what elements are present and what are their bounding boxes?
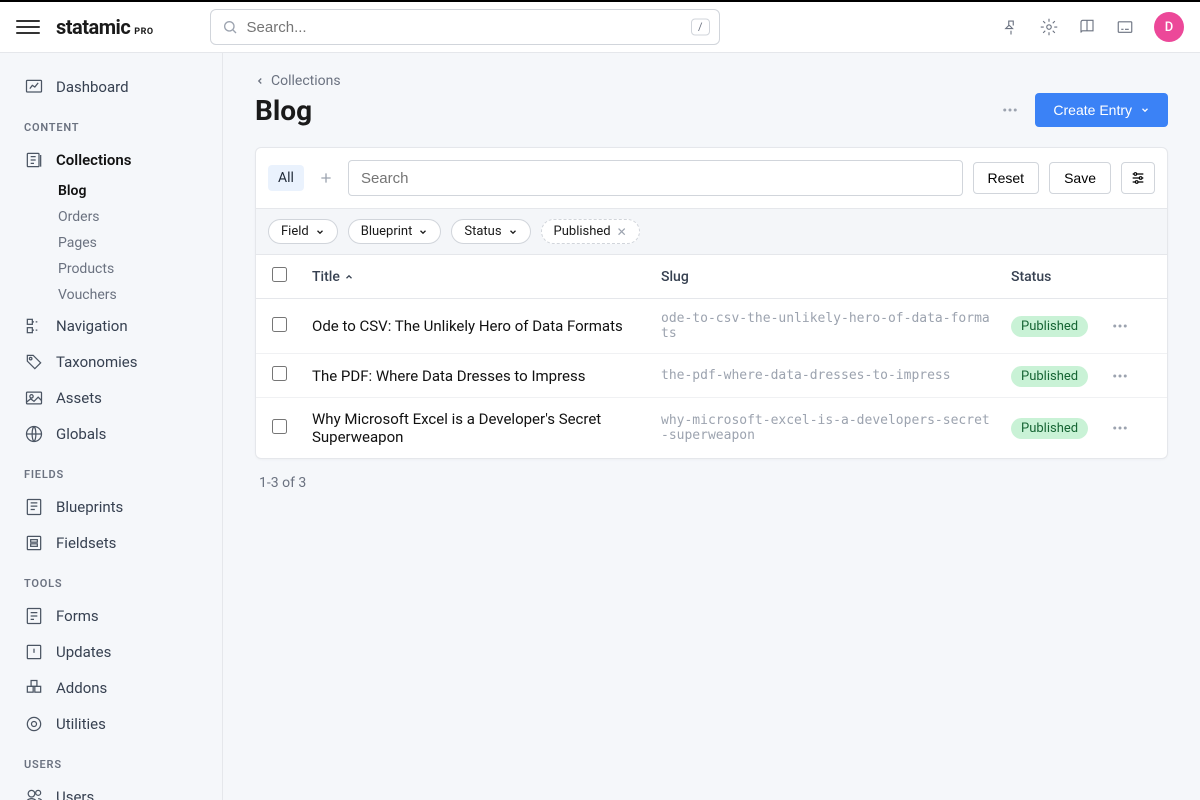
menu-toggle[interactable] — [16, 15, 40, 39]
save-button[interactable]: Save — [1049, 162, 1111, 194]
table-row: Why Microsoft Excel is a Developer's Sec… — [256, 398, 1167, 458]
addons-icon — [24, 678, 44, 698]
entries-search-input[interactable] — [348, 160, 963, 196]
chevron-down-icon — [508, 227, 518, 237]
filter-bar: Field Blueprint Status Published✕ — [256, 209, 1167, 255]
sidebar-dashboard[interactable]: Dashboard — [0, 69, 222, 105]
sidebar-section-label: USERS — [0, 742, 222, 779]
sidebar-item-forms[interactable]: Forms — [0, 598, 222, 634]
reset-button[interactable]: Reset — [973, 162, 1040, 194]
filter-status[interactable]: Status — [451, 219, 530, 244]
column-title-header[interactable]: Title — [312, 269, 661, 285]
sidebar-item-navigation[interactable]: Navigation — [0, 308, 222, 344]
sidebar-item-collections[interactable]: Collections — [0, 142, 222, 178]
sidebar-subitem-pages[interactable]: Pages — [58, 230, 222, 256]
create-entry-label: Create Entry — [1053, 102, 1132, 118]
sidebar-item-assets[interactable]: Assets — [0, 380, 222, 416]
search-icon — [222, 19, 238, 35]
select-all-checkbox[interactable] — [272, 267, 287, 282]
sort-asc-icon — [344, 272, 354, 282]
chevron-down-icon — [418, 227, 428, 237]
breadcrumb-back[interactable]: Collections — [255, 73, 1168, 89]
global-search: / — [210, 9, 720, 45]
collections-icon — [24, 150, 44, 170]
sidebar-section-label: TOOLS — [0, 561, 222, 598]
page-actions-menu[interactable] — [997, 97, 1023, 123]
sidebar-item-taxonomies[interactable]: Taxonomies — [0, 344, 222, 380]
entry-slug: the-pdf-where-data-dresses-to-impress — [661, 368, 1011, 383]
utilities-icon — [24, 714, 44, 734]
entry-slug: ode-to-csv-the-unlikely-hero-of-data-for… — [661, 311, 1011, 341]
filter-preset-all[interactable]: All — [268, 165, 304, 191]
users-icon — [24, 787, 44, 800]
entry-slug: why-microsoft-excel-is-a-developers-secr… — [661, 413, 1011, 443]
form-icon — [24, 606, 44, 626]
logo-text: statamic — [56, 15, 130, 39]
column-slug-header[interactable]: Slug — [661, 269, 1011, 285]
navigation-icon — [24, 316, 44, 336]
pagination-info: 1-3 of 3 — [255, 459, 1168, 507]
breadcrumb-label: Collections — [271, 73, 341, 89]
tag-icon — [24, 352, 44, 372]
create-entry-button[interactable]: Create Entry — [1035, 93, 1168, 127]
sidebar: DashboardCONTENTCollectionsBlogOrdersPag… — [0, 53, 223, 800]
sidebar-subitem-blog[interactable]: Blog — [58, 178, 222, 204]
dashboard-icon — [24, 77, 44, 97]
sidebar-section-label: FIELDS — [0, 452, 222, 489]
filter-field[interactable]: Field — [268, 219, 338, 244]
entry-title[interactable]: Ode to CSV: The Unlikely Hero of Data Fo… — [312, 317, 661, 335]
sidebar-subitem-vouchers[interactable]: Vouchers — [58, 282, 222, 308]
settings-icon[interactable] — [1040, 18, 1058, 36]
add-filter-preset[interactable] — [314, 166, 338, 190]
filter-published[interactable]: Published✕ — [541, 219, 640, 244]
sidebar-subitem-products[interactable]: Products — [58, 256, 222, 282]
sidebar-item-users[interactable]: Users — [0, 779, 222, 800]
sidebar-item-updates[interactable]: Updates — [0, 634, 222, 670]
chevron-down-icon — [1140, 105, 1150, 115]
row-checkbox[interactable] — [272, 366, 287, 381]
row-actions-menu[interactable] — [1111, 419, 1151, 437]
sidebar-item-globals[interactable]: Globals — [0, 416, 222, 452]
main-content: Collections Blog Create Entry All — [223, 53, 1200, 800]
status-badge: Published — [1011, 418, 1088, 439]
logo[interactable]: statamic PRO — [56, 15, 154, 39]
table-row: Ode to CSV: The Unlikely Hero of Data Fo… — [256, 299, 1167, 354]
sidebar-section-label: CONTENT — [0, 105, 222, 142]
row-checkbox[interactable] — [272, 317, 287, 332]
blueprint-icon — [24, 497, 44, 517]
table-row: The PDF: Where Data Dresses to Impress t… — [256, 354, 1167, 398]
sidebar-subitem-orders[interactable]: Orders — [58, 204, 222, 230]
sidebar-item-addons[interactable]: Addons — [0, 670, 222, 706]
row-actions-menu[interactable] — [1111, 367, 1151, 385]
row-checkbox[interactable] — [272, 419, 287, 434]
global-search-input[interactable] — [210, 9, 720, 45]
entry-title[interactable]: The PDF: Where Data Dresses to Impress — [312, 367, 661, 385]
sidebar-item-fieldsets[interactable]: Fieldsets — [0, 525, 222, 561]
filter-blueprint[interactable]: Blueprint — [348, 219, 442, 244]
pin-icon[interactable] — [1002, 18, 1020, 36]
columns-button[interactable] — [1121, 162, 1155, 194]
remove-filter-icon[interactable]: ✕ — [617, 225, 627, 239]
sidebar-item-utilities[interactable]: Utilities — [0, 706, 222, 742]
row-actions-menu[interactable] — [1111, 317, 1151, 335]
chevron-left-icon — [255, 76, 265, 86]
status-badge: Published — [1011, 316, 1088, 337]
chevron-down-icon — [315, 227, 325, 237]
updates-icon — [24, 642, 44, 662]
page-title: Blog — [255, 94, 312, 127]
site-icon[interactable] — [1116, 18, 1134, 36]
search-shortcut: / — [691, 19, 710, 36]
status-badge: Published — [1011, 366, 1088, 387]
entry-title[interactable]: Why Microsoft Excel is a Developer's Sec… — [312, 410, 661, 446]
globe-icon — [24, 424, 44, 444]
user-avatar[interactable]: D — [1154, 12, 1184, 42]
column-status-header[interactable]: Status — [1011, 269, 1111, 285]
fieldset-icon — [24, 533, 44, 553]
assets-icon — [24, 388, 44, 408]
docs-icon[interactable] — [1078, 18, 1096, 36]
sidebar-item-blueprints[interactable]: Blueprints — [0, 489, 222, 525]
logo-badge: PRO — [134, 27, 153, 37]
